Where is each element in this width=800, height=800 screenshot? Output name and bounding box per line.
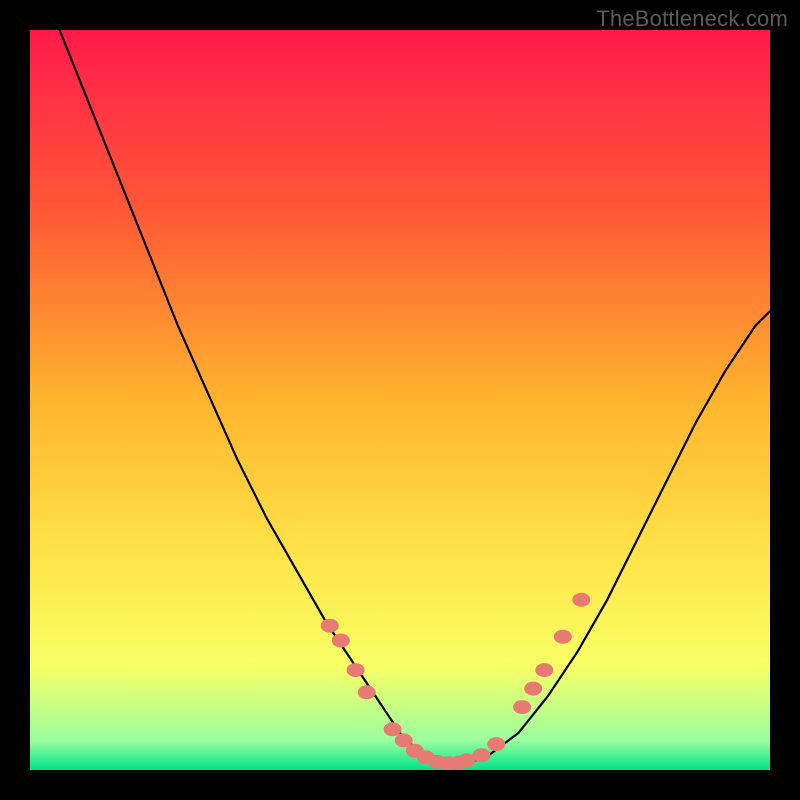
marker-dot [384,722,402,736]
marker-dot [535,663,553,677]
watermark-text: TheBottleneck.com [596,6,788,32]
marker-dot [321,619,339,633]
marker-dot [358,685,376,699]
marker-dot [572,593,590,607]
chart-container [30,30,770,770]
marker-dot [487,737,505,751]
marker-dot [554,630,572,644]
marker-dot [513,700,531,714]
gradient-background [30,30,770,770]
marker-dot [472,748,490,762]
bottleneck-chart [30,30,770,770]
marker-dot [524,682,542,696]
marker-dot [347,663,365,677]
marker-dot [332,634,350,648]
